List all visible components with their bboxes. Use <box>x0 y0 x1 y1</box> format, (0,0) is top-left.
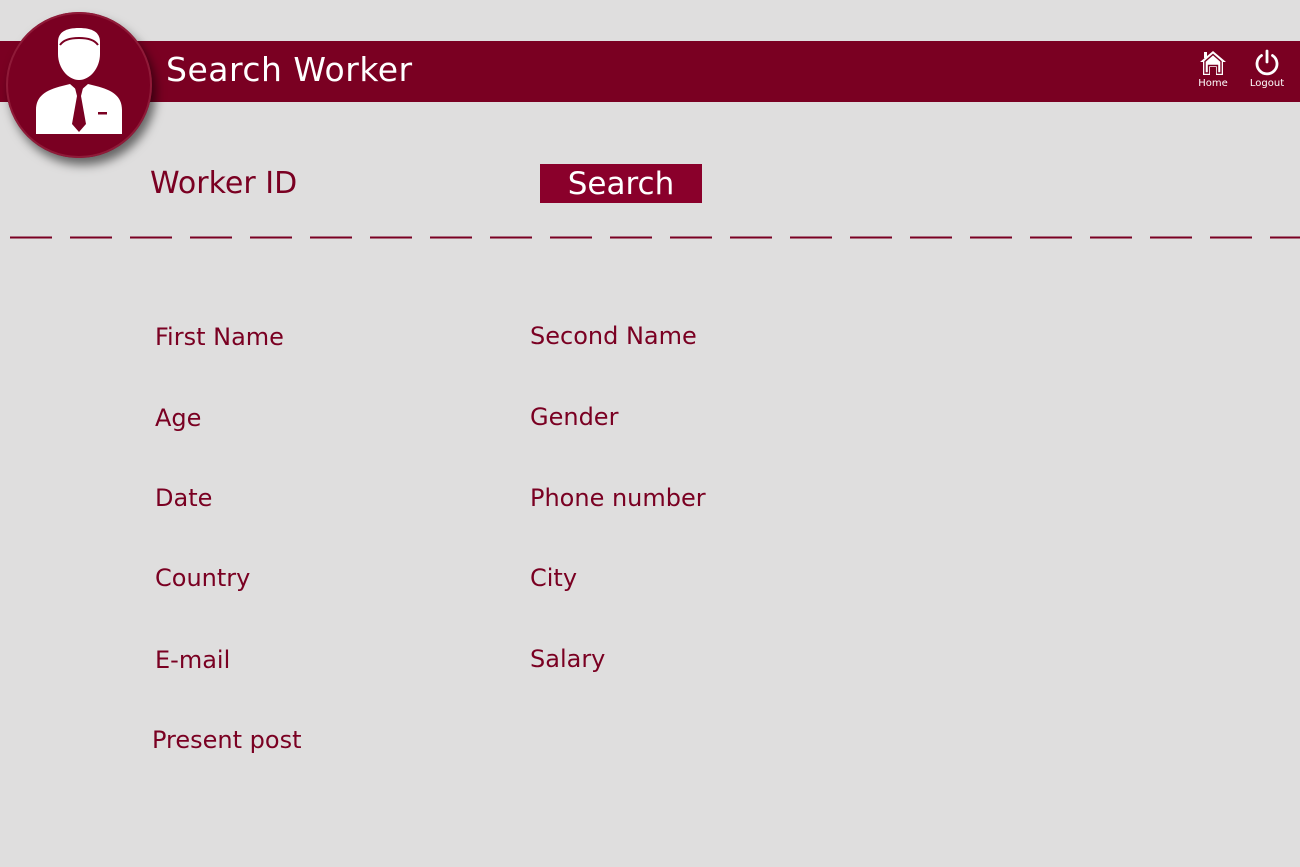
country-label: Country <box>155 564 251 592</box>
search-button[interactable]: Search <box>540 164 702 203</box>
home-label: Home <box>1198 78 1228 89</box>
header-bar: Search Worker Home Logout <box>0 41 1300 102</box>
logout-label: Logout <box>1249 78 1285 89</box>
email-label: E-mail <box>155 646 231 674</box>
phone-number-label: Phone number <box>530 484 706 512</box>
worker-id-label: Worker ID <box>150 166 298 201</box>
present-post-label: Present post <box>152 726 302 754</box>
date-label: Date <box>155 484 213 512</box>
dashed-divider <box>10 236 1300 239</box>
home-icon <box>1200 51 1226 75</box>
age-label: Age <box>155 404 202 432</box>
first-name-label: First Name <box>155 323 284 351</box>
gender-label: Gender <box>530 403 619 431</box>
city-label: City <box>530 564 578 592</box>
salary-label: Salary <box>530 645 606 673</box>
worker-avatar-icon <box>36 28 122 134</box>
page-title: Search Worker <box>166 50 413 89</box>
avatar <box>6 12 152 158</box>
logout-button[interactable]: Logout <box>1245 47 1289 95</box>
power-icon <box>1255 49 1279 76</box>
second-name-label: Second Name <box>530 322 697 350</box>
home-button[interactable]: Home <box>1191 47 1235 95</box>
